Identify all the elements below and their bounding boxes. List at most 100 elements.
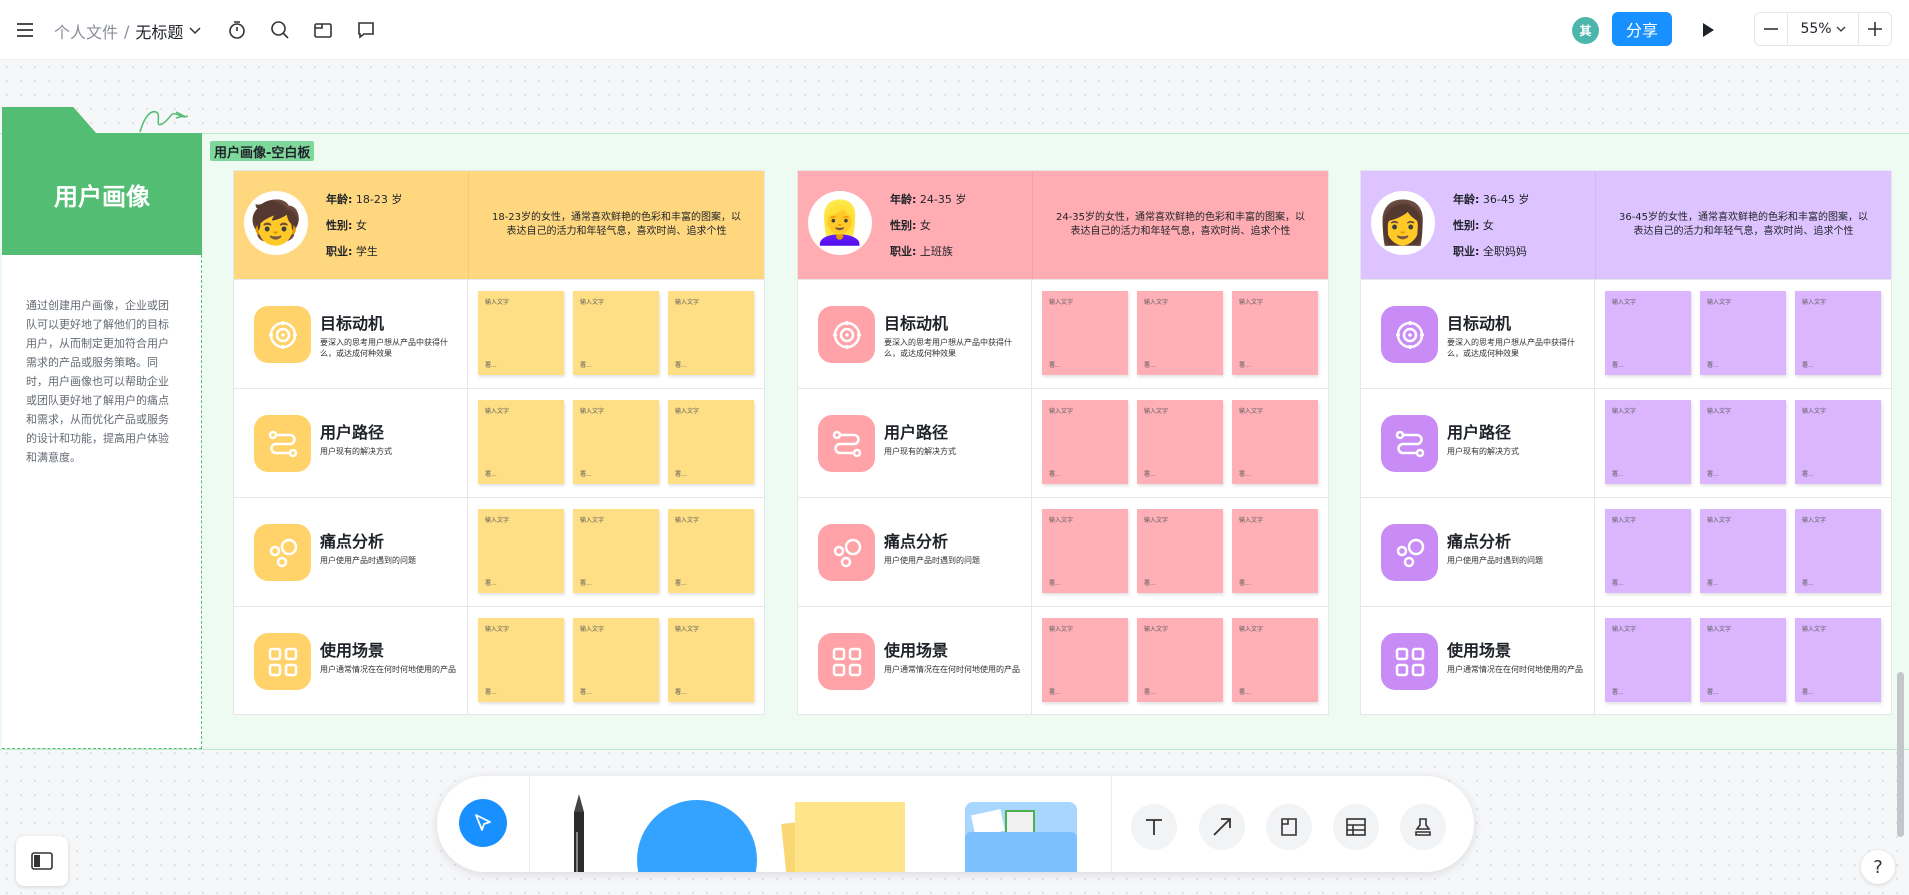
sticky-note-placeholder: 输入文字 bbox=[1802, 517, 1827, 524]
select-tool-button[interactable] bbox=[459, 799, 507, 847]
zoom-in-icon[interactable] bbox=[1859, 13, 1891, 45]
sticky-note[interactable]: 输入文字 署... bbox=[1042, 400, 1128, 484]
persona-description[interactable]: 36-45岁的女性，通常喜欢鲜艳的色彩和丰富的图案，以表达自己的活力和年轻气息，… bbox=[1616, 211, 1871, 239]
frame-tool-button[interactable] bbox=[1266, 804, 1312, 850]
sticky-note[interactable]: 输入文字 署... bbox=[668, 509, 754, 593]
sticky-note[interactable]: 输入文字 署... bbox=[573, 400, 659, 484]
sticky-note[interactable]: 输入文字 署... bbox=[1605, 618, 1691, 702]
sticky-note[interactable]: 输入文字 署... bbox=[1137, 291, 1223, 375]
sticky-note-placeholder: 输入文字 bbox=[1144, 299, 1169, 306]
sticky-note[interactable]: 输入文字 署... bbox=[1137, 509, 1223, 593]
sticky-note-placeholder: 输入文字 bbox=[1612, 517, 1637, 524]
comment-icon[interactable] bbox=[353, 17, 379, 43]
sticky-note-placeholder: 输入文字 bbox=[1802, 626, 1827, 633]
zoom-level-dropdown[interactable]: 55% bbox=[1787, 13, 1859, 45]
sticky-note[interactable]: 输入文字 署... bbox=[1232, 400, 1318, 484]
persona-card[interactable]: 👱‍♀️ 年龄: 24-35 岁 性别: 女 职业: 上班族 24-35岁的女性… bbox=[797, 170, 1329, 715]
folder-icon[interactable] bbox=[310, 17, 336, 43]
sticky-note[interactable]: 输入文字 署... bbox=[478, 291, 564, 375]
sticky-note[interactable]: 输入文字 署... bbox=[573, 618, 659, 702]
sticky-note-placeholder: 输入文字 bbox=[675, 626, 700, 633]
sticky-note-placeholder: 输入文字 bbox=[675, 408, 700, 415]
document-title[interactable]: 无标题 bbox=[135, 19, 183, 43]
panel-toggle-button[interactable] bbox=[16, 836, 68, 886]
board-tag[interactable]: 用户画像-空白板 bbox=[210, 141, 315, 161]
sticky-note[interactable]: 输入文字 署... bbox=[1232, 618, 1318, 702]
row-title: 痛点分析 bbox=[320, 532, 385, 551]
sticky-note-placeholder: 输入文字 bbox=[1144, 626, 1169, 633]
sticky-note[interactable]: 输入文字 署... bbox=[478, 400, 564, 484]
sticky-note-footer: 署... bbox=[1802, 362, 1814, 369]
zoom-out-icon[interactable] bbox=[1755, 13, 1787, 45]
sticky-note-footer: 署... bbox=[1049, 689, 1061, 696]
sticky-note[interactable]: 输入文字 署... bbox=[573, 509, 659, 593]
sticky-note[interactable]: 输入文字 署... bbox=[1700, 618, 1786, 702]
sticky-note[interactable]: 输入文字 署... bbox=[573, 291, 659, 375]
sticky-note-placeholder: 输入文字 bbox=[580, 299, 605, 306]
play-icon[interactable] bbox=[1695, 17, 1721, 43]
row-title: 目标动机 bbox=[320, 314, 385, 333]
vertical-scrollbar[interactable] bbox=[1897, 672, 1904, 837]
breadcrumb: 个人文件 / 无标题 bbox=[54, 19, 201, 43]
sticky-note[interactable]: 输入文字 署... bbox=[478, 509, 564, 593]
frame-icon bbox=[1281, 818, 1297, 836]
grid-icon bbox=[818, 633, 875, 690]
sticky-note-footer: 署... bbox=[675, 689, 687, 696]
sticky-note-tool[interactable] bbox=[795, 802, 905, 872]
sticky-note[interactable]: 输入文字 署... bbox=[1605, 400, 1691, 484]
sticky-note[interactable]: 输入文字 署... bbox=[1700, 291, 1786, 375]
sticky-note[interactable]: 输入文字 署... bbox=[1700, 400, 1786, 484]
sticky-note[interactable]: 输入文字 署... bbox=[1795, 618, 1881, 702]
connector-tool-button[interactable] bbox=[1199, 804, 1245, 850]
row-description: 用户使用产品时遇到的问题 bbox=[884, 556, 980, 565]
breadcrumb-root[interactable]: 个人文件 bbox=[54, 19, 118, 43]
sticky-note[interactable]: 输入文字 署... bbox=[668, 291, 754, 375]
sticky-note[interactable]: 输入文字 署... bbox=[1137, 400, 1223, 484]
bottom-toolbar bbox=[437, 776, 1474, 872]
pen-tool-icon[interactable] bbox=[567, 792, 591, 872]
stamp-tool-button[interactable] bbox=[1400, 804, 1446, 850]
sticky-note[interactable]: 输入文字 署... bbox=[1795, 400, 1881, 484]
sticky-note[interactable]: 输入文字 署... bbox=[1605, 291, 1691, 375]
menu-icon[interactable] bbox=[12, 17, 38, 43]
sticky-note-footer: 署... bbox=[580, 362, 592, 369]
timer-icon[interactable] bbox=[224, 17, 250, 43]
sticky-note[interactable]: 输入文字 署... bbox=[668, 400, 754, 484]
sticky-note[interactable]: 输入文字 署... bbox=[1795, 291, 1881, 375]
sticky-note[interactable]: 输入文字 署... bbox=[1700, 509, 1786, 593]
table-tool-button[interactable] bbox=[1333, 804, 1379, 850]
sticky-note[interactable]: 输入文字 署... bbox=[1795, 509, 1881, 593]
persona-card[interactable]: 👩 年龄: 36-45 岁 性别: 女 职业: 全职妈妈 36-45岁的女性，通… bbox=[1360, 170, 1892, 715]
zoom-control: 55% bbox=[1754, 12, 1892, 46]
persona-description[interactable]: 18-23岁的女性，通常喜欢鲜艳的色彩和丰富的图案，以表达自己的活力和年轻气息，… bbox=[489, 211, 744, 239]
persona-row: 用户路径 用户现有的解决方式 输入文字 署... 输入文字 署... 输入文字 … bbox=[798, 388, 1328, 497]
material-library-tool[interactable] bbox=[965, 802, 1077, 872]
sticky-note-footer: 署... bbox=[1144, 362, 1156, 369]
persona-face-icon: 🧒 bbox=[249, 198, 303, 247]
avatar[interactable]: 其 bbox=[1572, 17, 1599, 44]
sticky-note-placeholder: 输入文字 bbox=[1707, 299, 1732, 306]
sticky-note-placeholder: 输入文字 bbox=[1612, 299, 1637, 306]
row-description: 用户使用产品时遇到的问题 bbox=[320, 556, 416, 565]
shape-tool-circle[interactable] bbox=[637, 800, 757, 872]
sticky-note[interactable]: 输入文字 署... bbox=[1232, 509, 1318, 593]
sticky-note[interactable]: 输入文字 署... bbox=[478, 618, 564, 702]
sticky-note[interactable]: 输入文字 署... bbox=[668, 618, 754, 702]
sticky-note[interactable]: 输入文字 署... bbox=[1042, 509, 1128, 593]
sticky-note-footer: 署... bbox=[580, 580, 592, 587]
share-button[interactable]: 分享 bbox=[1612, 12, 1672, 46]
sticky-note[interactable]: 输入文字 署... bbox=[1232, 291, 1318, 375]
left-panel-description: 通过创建用户画像，企业或团队可以更好地了解他们的目标用户，从而制定更加符合用户需… bbox=[26, 299, 169, 464]
sticky-note[interactable]: 输入文字 署... bbox=[1137, 618, 1223, 702]
persona-description[interactable]: 24-35岁的女性，通常喜欢鲜艳的色彩和丰富的图案，以表达自己的活力和年轻气息，… bbox=[1053, 211, 1308, 239]
chevron-down-icon[interactable] bbox=[189, 27, 201, 35]
search-icon[interactable] bbox=[267, 17, 293, 43]
persona-row: 使用场景 用户通常情况在在何时何地使用的产品 输入文字 署... 输入文字 署.… bbox=[798, 606, 1328, 715]
text-tool-button[interactable] bbox=[1131, 804, 1177, 850]
sticky-note[interactable]: 输入文字 署... bbox=[1042, 618, 1128, 702]
persona-card[interactable]: 🧒 年龄: 18-23 岁 性别: 女 职业: 学生 18-23岁的女性，通常喜… bbox=[233, 170, 765, 715]
sticky-note[interactable]: 输入文字 署... bbox=[1605, 509, 1691, 593]
sticky-note[interactable]: 输入文字 署... bbox=[1042, 291, 1128, 375]
bubbles-icon bbox=[1381, 524, 1438, 581]
help-button[interactable]: ? bbox=[1861, 850, 1895, 884]
